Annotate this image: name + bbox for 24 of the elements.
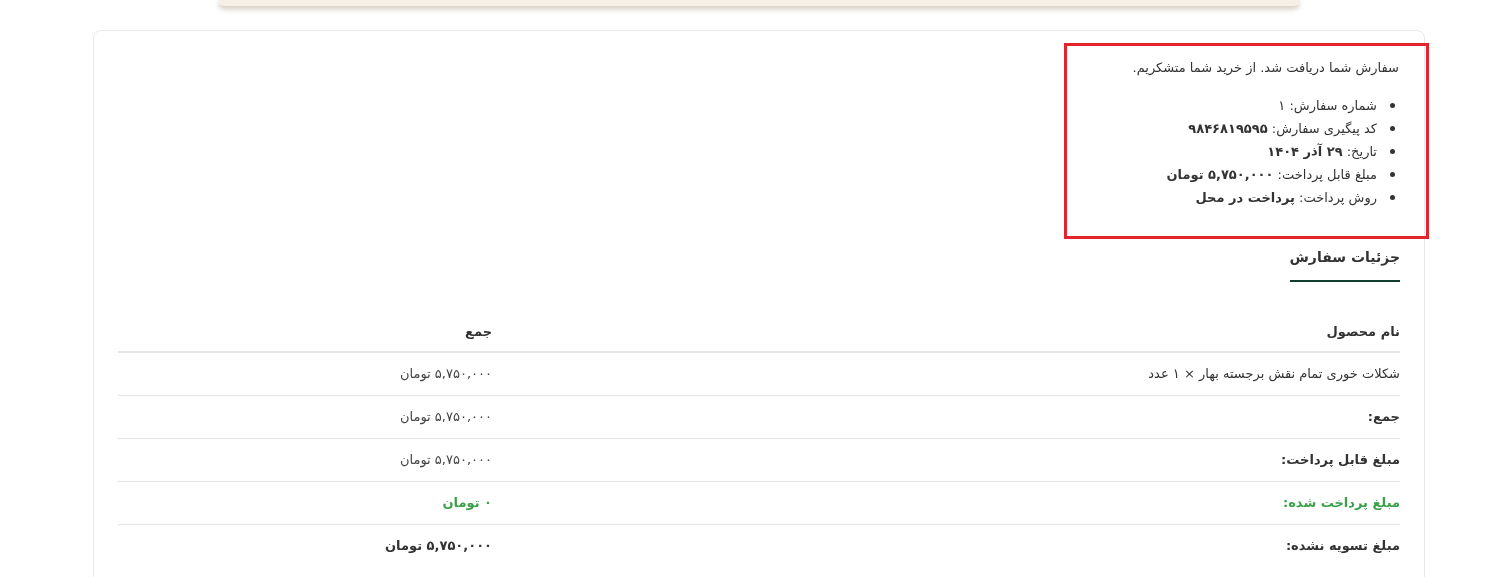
section-tab[interactable]: جزئیات سفارش (1289, 247, 1400, 282)
bullet-icon (1390, 149, 1395, 154)
table-cell: جمع: (492, 395, 1400, 438)
bullet-icon (1390, 126, 1395, 131)
table-cell: شکلات خوری تمام نقش برجسته بهار × ۱ عدد (492, 352, 1400, 395)
bullet-icon (1390, 195, 1395, 200)
table-cell: ۰ تومان (118, 481, 492, 524)
order-detail: روش پرداخت: پرداخت در محل (1195, 190, 1377, 205)
table-cell: ۵,۷۵۰,۰۰۰ تومان (118, 395, 492, 438)
confirmation-message: سفارش شما دریافت شد. از خرید شما متشکریم. (1131, 59, 1399, 78)
table-cell: مبلغ قابل پرداخت: (492, 438, 1400, 481)
order-detail: تاریخ: ۲۹ آذر ۱۴۰۴ (1267, 144, 1377, 159)
table-cell: مبلغ تسویه نشده: (492, 524, 1400, 567)
order-detail: کد پیگیری سفارش: ۹۸۴۶۸۱۹۵۹۵ (1188, 121, 1377, 136)
order-detail: شماره سفارش: ۱ (1278, 98, 1377, 113)
column-header: نام محصول (492, 312, 1400, 352)
table-cell: ۵,۷۵۰,۰۰۰ تومان (118, 524, 492, 567)
table-cell: ۵,۷۵۰,۰۰۰ تومان (118, 438, 492, 481)
table-cell: مبلغ پرداخت شده: (492, 481, 1400, 524)
bullet-icon (1390, 172, 1395, 177)
bullet-icon (1390, 103, 1395, 108)
order-detail: مبلغ قابل پرداخت: ۵,۷۵۰,۰۰۰ تومان (1166, 167, 1377, 182)
table-cell: ۵,۷۵۰,۰۰۰ تومان (118, 352, 492, 395)
column-header: جمع (118, 312, 492, 352)
